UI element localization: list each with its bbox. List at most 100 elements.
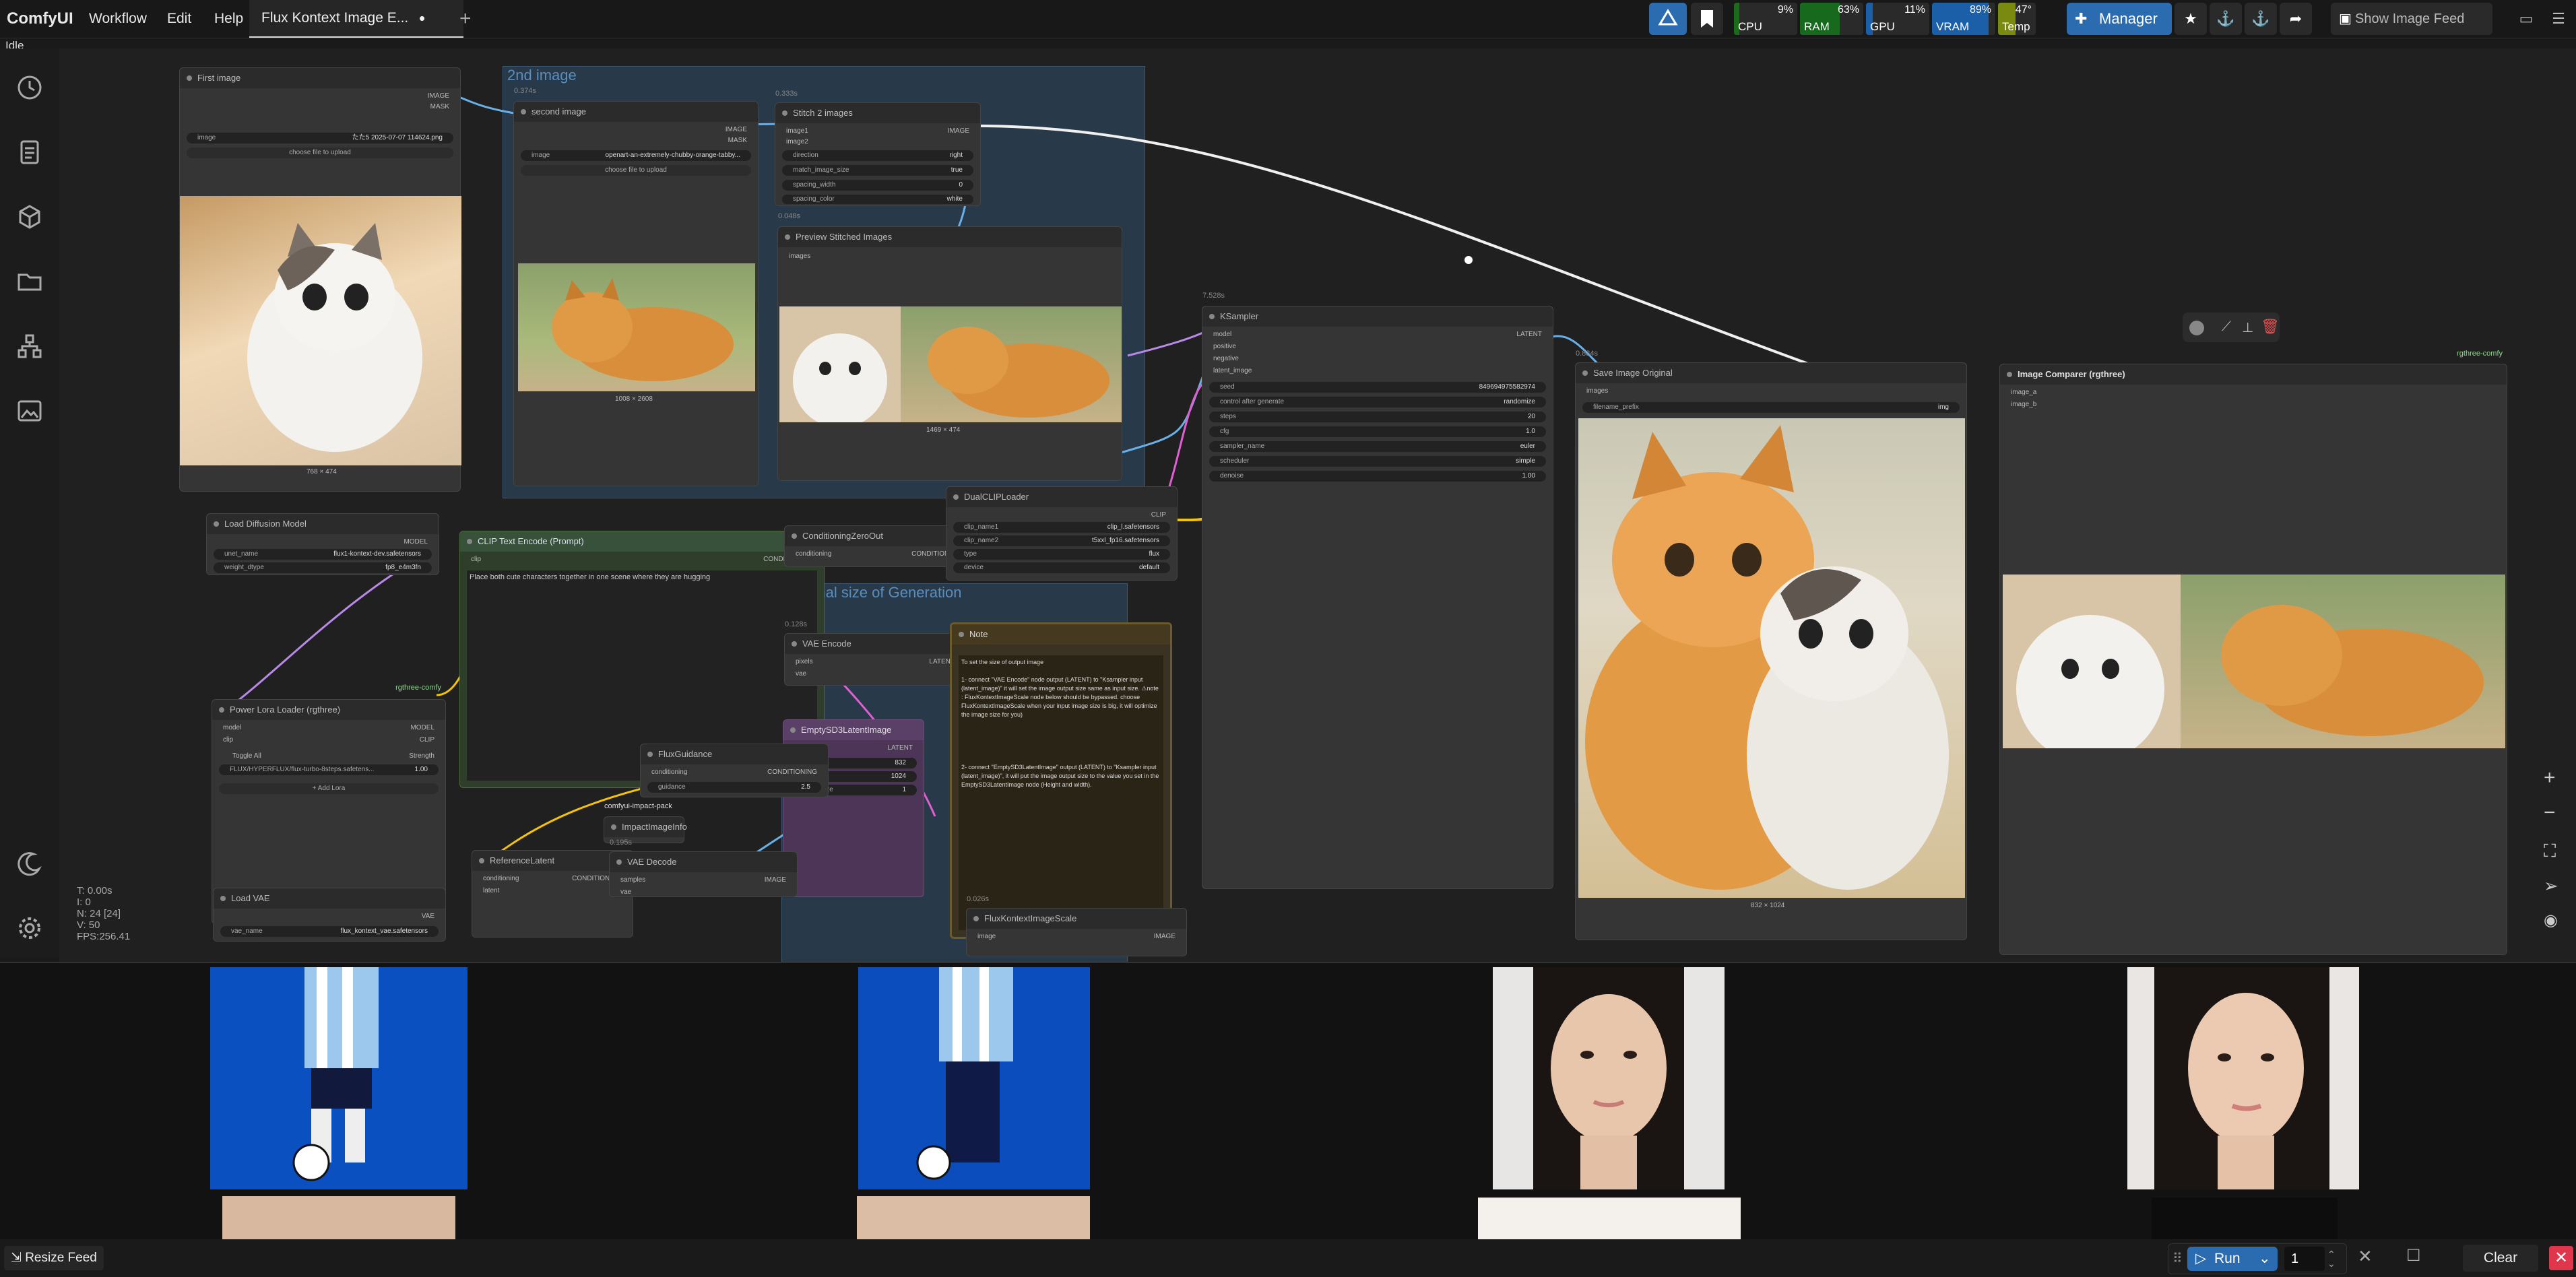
upload-button[interactable]: choose file to upload — [521, 165, 751, 176]
workflow-tab-label: Flux Kontext Image E... — [261, 10, 409, 26]
clear-button[interactable]: Clear — [2463, 1245, 2538, 1272]
node-stitch-images[interactable]: 0.333s Stitch 2 images image1 image2 IMA… — [775, 90, 981, 206]
gpu-monitor: GPU 11% — [1866, 3, 1929, 35]
node-load-vae[interactable]: Load VAE VAE vae_name flux_kontext_vae.sa… — [213, 888, 446, 942]
run-dropdown-icon[interactable]: ⌄ — [2259, 1247, 2271, 1271]
comparer-image-a — [2003, 575, 2181, 763]
upload-button[interactable]: choose file to upload — [187, 148, 453, 158]
node-flux-guidance[interactable]: FluxGuidance conditioning CONDITIONING g… — [640, 744, 829, 797]
run-button[interactable]: ▷ Run ⌄ — [2187, 1247, 2278, 1271]
visibility-icon[interactable]: ◉ — [2544, 911, 2558, 930]
node-second-image[interactable]: 0.374s second image IMAGE MASK image open… — [513, 87, 759, 486]
feed-image-portrait-2[interactable] — [2127, 967, 2359, 1189]
model-library-icon[interactable] — [13, 201, 46, 233]
manager-button[interactable]: ✚ Manager — [2067, 3, 2172, 35]
stop-icon[interactable]: ☐ — [2406, 1246, 2421, 1266]
workflows-folder-icon[interactable] — [13, 265, 46, 298]
image-feed — [0, 962, 2576, 1241]
batch-count-input[interactable]: 1 — [2284, 1247, 2325, 1271]
bottom-bar: ⇲ Resize Feed ⠿ ▷ Run ⌄ 1 ⌃ ⌄ ✕ ☐ Clear ✕ — [0, 1239, 2576, 1277]
fit-view-icon[interactable]: ⛶ — [2544, 841, 2556, 862]
menu-workflow[interactable]: Workflow — [89, 0, 147, 38]
node-ksampler[interactable]: 7.528s KSampler model positive negative … — [1202, 292, 1553, 889]
stepper-icon[interactable]: ⌃ ⌄ — [2327, 1249, 2336, 1268]
panel-toggle-icon[interactable]: ▭ — [2514, 3, 2538, 35]
star-icon[interactable]: ★ — [2175, 3, 2207, 35]
close-feed-icon[interactable]: ✕ — [2549, 1246, 2573, 1270]
node-graph-canvas[interactable]: 2nd image Original size of Generation Fi… — [59, 48, 2576, 962]
preview-cat-left — [779, 306, 901, 428]
feed-image-5[interactable] — [1478, 1198, 1741, 1241]
bypass-icon[interactable]: ⟋ — [2222, 319, 2231, 335]
settings-gear-icon[interactable] — [13, 912, 46, 944]
resize-icon: ⇲ — [11, 1251, 26, 1265]
canvas-stats: T: 0.00s I: 0 N: 24 [24] V: 50 FPS:256.4… — [77, 885, 131, 942]
run-toolbar: ⠿ ▷ Run ⌄ 1 ⌃ ⌄ — [2168, 1243, 2347, 1274]
preview-cat-right — [901, 306, 1122, 422]
hugging-cats-output — [1578, 418, 1965, 898]
toggle-all[interactable]: Toggle All — [232, 752, 261, 760]
anchor-icon[interactable]: ⚓ — [2210, 3, 2242, 35]
menu-help[interactable]: Help — [214, 0, 243, 38]
sidebar — [0, 48, 59, 958]
color-picker-icon[interactable] — [2189, 321, 2204, 335]
feed-image-portrait-1[interactable] — [1493, 967, 1725, 1189]
send-icon[interactable]: ➢ — [2544, 876, 2558, 896]
show-image-feed-button[interactable]: ▣ Show Image Feed — [2331, 3, 2492, 35]
feed-image-4[interactable] — [857, 1196, 1090, 1241]
node-image-comparer[interactable]: rgthree-comfy Image Comparer (rgthree) i… — [1999, 350, 2507, 955]
feed-image-soccer-2[interactable] — [858, 967, 1090, 1189]
delete-icon[interactable]: 🗑 — [2261, 318, 2280, 335]
node-library-icon[interactable] — [13, 330, 46, 362]
note-textarea[interactable]: To set the size of output image 1- conne… — [959, 655, 1163, 930]
cpu-monitor: CPU 9% — [1734, 3, 1797, 35]
node-note[interactable]: Note To set the size of output image 1- … — [950, 622, 1172, 939]
image-select[interactable]: image openart-an-extremely-chubby-orange-… — [521, 150, 751, 161]
temp-monitor: Temp 47° — [1998, 3, 2036, 35]
bookmark-icon[interactable] — [1691, 3, 1723, 35]
node-flux-kontext-image-scale[interactable]: 0.026s FluxKontextImageScale image IMAGE — [966, 895, 1187, 956]
lora-row[interactable]: FLUX/HYPERFLUX/flux-turbo-8steps.safeten… — [219, 764, 439, 775]
comfyui-logo[interactable]: ComfyUI — [7, 0, 73, 38]
node-vae-encode[interactable]: 0.128s VAE Encode pixels vae LATENT — [784, 620, 966, 686]
top-menu-bar: ComfyUI Workflow Edit Help Flux Kontext … — [0, 0, 2576, 38]
ram-monitor: RAM 63% — [1800, 3, 1863, 35]
image-select[interactable]: image たた5 2025-07-07 114624.png — [187, 133, 453, 143]
cancel-icon[interactable]: ✕ — [2358, 1246, 2373, 1267]
node-load-diffusion-model[interactable]: Load Diffusion Model MODEL unet_name flux… — [206, 513, 439, 575]
cat-image-preview — [180, 196, 461, 465]
theme-moon-icon[interactable] — [13, 847, 46, 880]
pin-icon[interactable]: ⊥ — [2242, 319, 2253, 336]
image-icon: ▣ — [2339, 11, 2352, 26]
selection-toolbox: ⟋ ⊥ 🗑 — [2183, 313, 2280, 342]
resize-feed-button[interactable]: ⇲ Resize Feed — [4, 1246, 104, 1270]
queue-icon[interactable] — [13, 136, 46, 168]
node-conditioning-zero-out[interactable]: ConditioningZeroOut conditioning CONDITI… — [784, 525, 973, 567]
puzzle-icon: ✚ — [2075, 10, 2088, 27]
add-lora-button[interactable]: + Add Lora — [219, 783, 439, 794]
tool-icon[interactable] — [1649, 3, 1687, 35]
play-icon: ▷ — [2195, 1251, 2207, 1266]
zoom-out-icon[interactable]: − — [2544, 801, 2556, 824]
share-icon[interactable]: ⚓ — [2245, 3, 2277, 35]
node-preview-stitched[interactable]: 0.048s Preview Stitched Images images 14… — [777, 212, 1122, 481]
gallery-icon[interactable] — [13, 395, 46, 427]
history-icon[interactable] — [13, 71, 46, 104]
hamburger-menu-icon[interactable]: ☰ — [2546, 3, 2571, 35]
menu-edit[interactable]: Edit — [167, 0, 191, 38]
workflow-tab[interactable]: Flux Kontext Image E... • — [249, 0, 463, 38]
orange-cat-image-preview — [518, 263, 755, 391]
comparer-image-b — [2181, 575, 2505, 748]
feed-image-6[interactable] — [2152, 1198, 2338, 1241]
forward-icon[interactable]: ➦ — [2280, 3, 2312, 35]
unsaved-marker: • — [419, 8, 426, 28]
zoom-in-icon[interactable]: + — [2544, 766, 2556, 789]
node-dual-clip-loader[interactable]: DualCLIPLoader CLIP clip_name1 clip_l.saf… — [946, 486, 1178, 581]
vram-monitor: VRAM 89% — [1932, 3, 1995, 35]
new-tab-button[interactable]: + — [459, 0, 472, 38]
node-first-image[interactable]: First image IMAGE MASK image たた5 2025-07-… — [179, 67, 461, 492]
feed-image-3[interactable] — [222, 1196, 455, 1241]
feed-image-soccer-1[interactable] — [210, 967, 468, 1189]
node-vae-decode[interactable]: 0.195s VAE Decode samples vae IMAGE — [609, 839, 798, 897]
node-save-image[interactable]: 0.834s Save Image Original images filena… — [1575, 350, 1967, 940]
